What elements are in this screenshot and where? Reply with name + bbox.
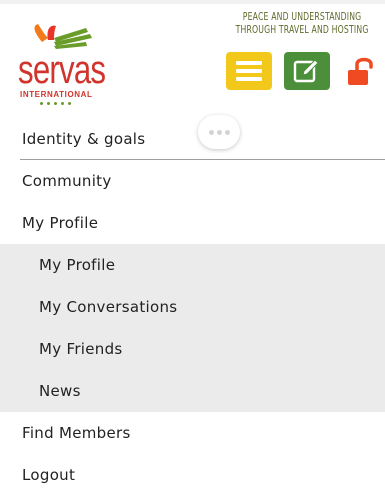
menu-item-label: Community <box>22 172 112 190</box>
hamburger-icon <box>236 61 262 81</box>
logo-subtitle: INTERNATIONAL <box>20 90 93 99</box>
menu-item-find-members[interactable]: Find Members <box>0 412 385 454</box>
menu-item-label: Logout <box>22 466 76 484</box>
my-profile-submenu: My Profile My Conversations My Friends N… <box>0 244 385 412</box>
logo-dots <box>40 102 71 105</box>
menu-item-my-profile[interactable]: My Profile <box>0 202 385 244</box>
tagline-line-2: THROUGH TRAVEL AND HOSTING <box>235 24 369 36</box>
menu-item-community[interactable]: Community <box>0 160 385 202</box>
logo-wordmark: servas <box>18 48 106 92</box>
submenu-item-my-friends[interactable]: My Friends <box>0 328 385 370</box>
submenu-item-label: My Conversations <box>39 298 178 316</box>
edit-button[interactable] <box>284 52 330 90</box>
menu-item-logout[interactable]: Logout <box>0 454 385 496</box>
submenu-item-news[interactable]: News <box>0 370 385 412</box>
more-dots-icon <box>208 129 214 135</box>
edit-icon <box>293 59 319 83</box>
submenu-item-my-profile[interactable]: My Profile <box>0 244 385 286</box>
more-options-button[interactable] <box>198 115 240 149</box>
menu-item-label: Find Members <box>22 424 131 442</box>
submenu-item-my-conversations[interactable]: My Conversations <box>0 286 385 328</box>
menu-item-label: My Profile <box>22 214 99 232</box>
tagline-line-1: PEACE AND UNDERSTANDING <box>242 11 362 23</box>
menu-item-label: Identity & goals <box>22 130 146 148</box>
menu-item-identity-goals[interactable]: Identity & goals <box>0 118 385 160</box>
submenu-item-label: My Profile <box>39 256 116 274</box>
submenu-item-label: News <box>39 382 81 400</box>
menu-button[interactable] <box>226 52 272 90</box>
submenu-item-label: My Friends <box>39 340 123 358</box>
servas-logo[interactable]: servas INTERNATIONAL <box>18 20 108 105</box>
header: servas INTERNATIONAL PEACE AND UNDERSTAN… <box>0 4 385 122</box>
unlocked-padlock-icon[interactable] <box>345 56 375 88</box>
navigation-menu: Identity & goals Community My Profile My… <box>0 118 385 496</box>
tagline: PEACE AND UNDERSTANDING THROUGH TRAVEL A… <box>221 11 383 37</box>
